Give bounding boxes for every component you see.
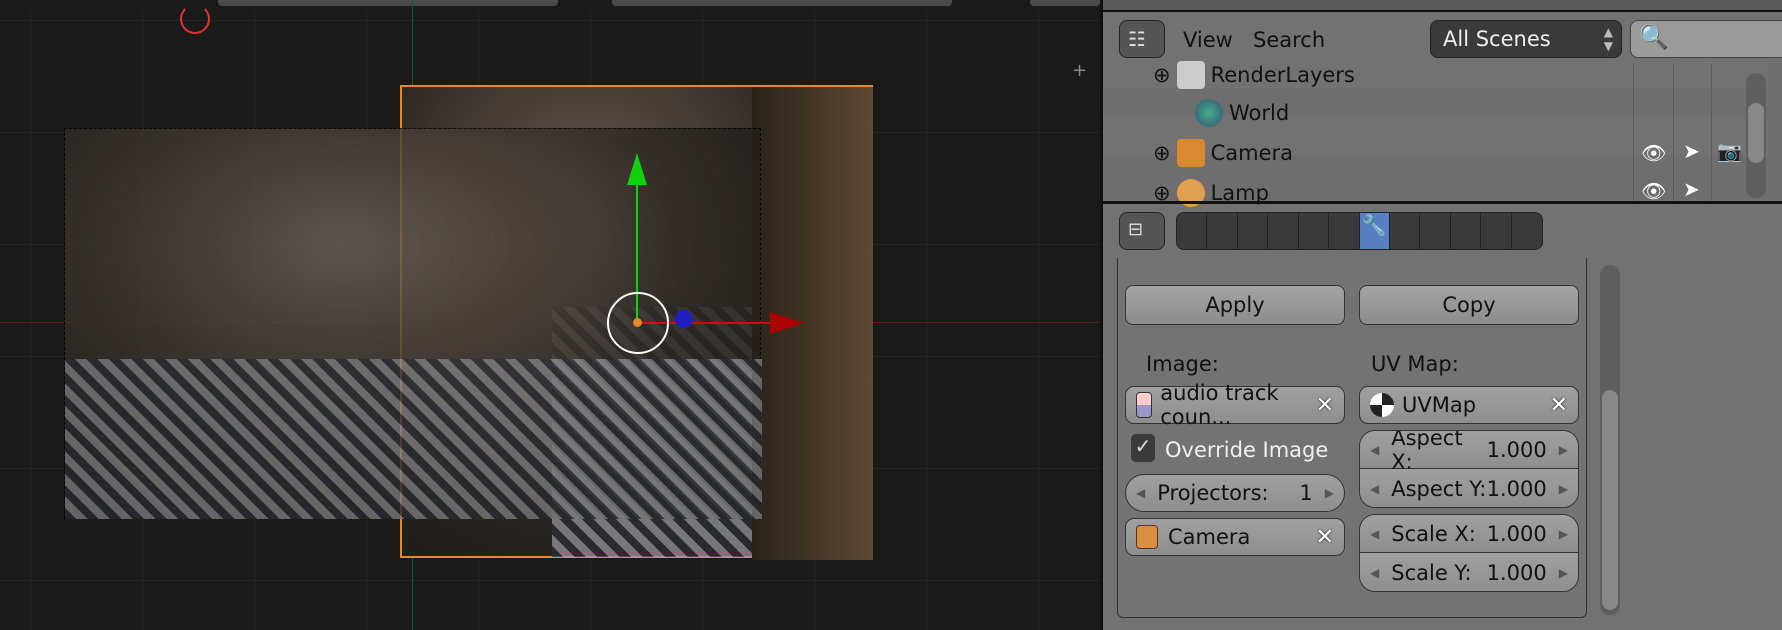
tab-world[interactable] xyxy=(1268,213,1299,249)
override-image-label: Override Image xyxy=(1165,438,1329,462)
copy-button[interactable]: Copy xyxy=(1359,285,1579,325)
object-icon xyxy=(1136,525,1158,549)
tab-object[interactable] xyxy=(1299,213,1330,249)
object-origin xyxy=(633,318,642,327)
search-icon: 🔍 xyxy=(1639,23,1669,51)
uvmap-field[interactable]: UVMap ✕ xyxy=(1359,386,1579,424)
editor-type-button[interactable]: ⊟ xyxy=(1119,212,1165,250)
header-widget[interactable] xyxy=(612,0,952,6)
wrench-icon: 🔧 xyxy=(1361,213,1387,237)
increment-icon[interactable]: ▶ xyxy=(1325,486,1334,500)
aspect-x-label: Aspect X: xyxy=(1391,430,1463,474)
projectors-value: 1 xyxy=(1299,481,1313,505)
tab-texture[interactable] xyxy=(1451,213,1482,249)
world-icon xyxy=(1195,99,1223,127)
apply-button[interactable]: Apply xyxy=(1125,285,1345,325)
render-layers-icon xyxy=(1176,61,1205,89)
aspect-y-value: 1.000 xyxy=(1486,476,1547,501)
x-arrow-icon[interactable] xyxy=(770,312,804,334)
visibility-eye-icon[interactable]: 👁 xyxy=(1641,141,1666,165)
decrement-icon[interactable]: ◀ xyxy=(1136,486,1145,500)
projectors-field[interactable]: ◀ Projectors: 1 ▶ xyxy=(1125,474,1345,512)
right-panel: ☷ View Search All Scenes ▲ ▼ 🔍 ⊕ RenderLa… xyxy=(1100,0,1782,630)
z-axis-handle[interactable] xyxy=(675,310,693,328)
uvmap-label: UV Map: xyxy=(1371,352,1459,376)
editor-type-button[interactable]: ☷ xyxy=(1119,20,1165,58)
tab-data[interactable] xyxy=(1390,213,1421,249)
area-divider xyxy=(1103,201,1782,204)
properties-scrollbar[interactable] xyxy=(1600,265,1620,615)
tab-scene[interactable] xyxy=(1238,213,1269,249)
scale-y-value: 1.000 xyxy=(1486,560,1547,585)
item-label: World xyxy=(1229,101,1290,125)
visibility-eye-icon[interactable]: 👁 xyxy=(1641,179,1666,203)
aspect-group: ◀ Aspect X: 1.000 ▶ ◀ Aspect Y: 1.000 ▶ xyxy=(1359,430,1579,508)
header-widget[interactable] xyxy=(218,0,558,6)
select-cursor-icon[interactable]: ➤ xyxy=(1683,177,1700,201)
properties-tabs: 🔧 xyxy=(1176,212,1543,250)
outliner-item-renderlayers[interactable]: ⊕ RenderLayers xyxy=(1153,55,1782,95)
projectors-label: Projectors: xyxy=(1157,481,1269,505)
scale-y-label: Scale Y: xyxy=(1391,560,1472,585)
3d-cursor-icon xyxy=(180,4,210,34)
clear-image-icon[interactable]: ✕ xyxy=(1316,393,1334,418)
outliner-icon: ☷ xyxy=(1128,27,1146,51)
view-menu[interactable]: View xyxy=(1183,28,1233,52)
clear-uvmap-icon[interactable]: ✕ xyxy=(1550,393,1568,418)
header-widget[interactable] xyxy=(1030,0,1100,6)
override-image-checkbox[interactable]: ✓ xyxy=(1131,434,1155,462)
image-field[interactable]: audio track coun... ✕ xyxy=(1125,381,1345,429)
y-arrow-icon[interactable] xyxy=(627,153,647,185)
projector-object-field[interactable]: Camera ✕ xyxy=(1125,518,1345,556)
tab-render-layers[interactable] xyxy=(1207,213,1238,249)
image-value: audio track coun... xyxy=(1160,381,1279,429)
projector-object-value: Camera xyxy=(1168,525,1251,549)
item-label: RenderLayers xyxy=(1210,63,1355,87)
outliner-item-world[interactable]: World xyxy=(1195,93,1782,133)
select-cursor-icon[interactable]: ➤ xyxy=(1683,139,1700,163)
expand-icon[interactable]: + xyxy=(1072,60,1087,81)
tab-particles[interactable] xyxy=(1481,213,1512,249)
scale-x-field[interactable]: ◀ Scale X: 1.000 ▶ xyxy=(1360,515,1578,553)
tab-constraints[interactable] xyxy=(1329,213,1360,249)
image-label: Image: xyxy=(1146,352,1219,376)
tab-material[interactable] xyxy=(1420,213,1451,249)
tab-modifiers[interactable]: 🔧 xyxy=(1359,213,1390,249)
item-label: Camera xyxy=(1210,141,1294,165)
properties-icon: ⊟ xyxy=(1128,219,1144,240)
uvmap-icon xyxy=(1370,393,1394,417)
image-icon xyxy=(1136,392,1153,418)
aspect-x-field[interactable]: ◀ Aspect X: 1.000 ▶ xyxy=(1360,431,1578,474)
scale-x-label: Scale X: xyxy=(1391,521,1476,546)
aspect-y-field[interactable]: ◀ Aspect Y: 1.000 ▶ xyxy=(1360,469,1578,507)
camera-object-icon xyxy=(1176,139,1205,167)
search-menu[interactable]: Search xyxy=(1253,28,1325,52)
clear-object-icon[interactable]: ✕ xyxy=(1316,525,1334,550)
top-divider xyxy=(1103,0,1782,12)
render-camera-icon[interactable]: 📷 xyxy=(1717,139,1742,163)
uvmap-value: UVMap xyxy=(1402,393,1477,417)
aspect-x-value: 1.000 xyxy=(1486,437,1547,462)
outliner-list[interactable]: ⊕ RenderLayers World ⊕ Camera ⊕ Lamp 👁 ➤… xyxy=(1103,61,1782,207)
aspect-y-label: Aspect Y: xyxy=(1391,476,1487,501)
search-input[interactable]: 🔍 xyxy=(1630,20,1782,58)
tab-render[interactable] xyxy=(1177,213,1208,249)
scale-x-value: 1.000 xyxy=(1486,521,1547,546)
scale-y-field[interactable]: ◀ Scale Y: 1.000 ▶ xyxy=(1360,553,1578,591)
3d-viewport[interactable]: + xyxy=(0,0,1100,630)
tab-physics[interactable] xyxy=(1512,213,1542,249)
scale-group: ◀ Scale X: 1.000 ▶ ◀ Scale Y: 1.000 ▶ xyxy=(1359,514,1579,592)
